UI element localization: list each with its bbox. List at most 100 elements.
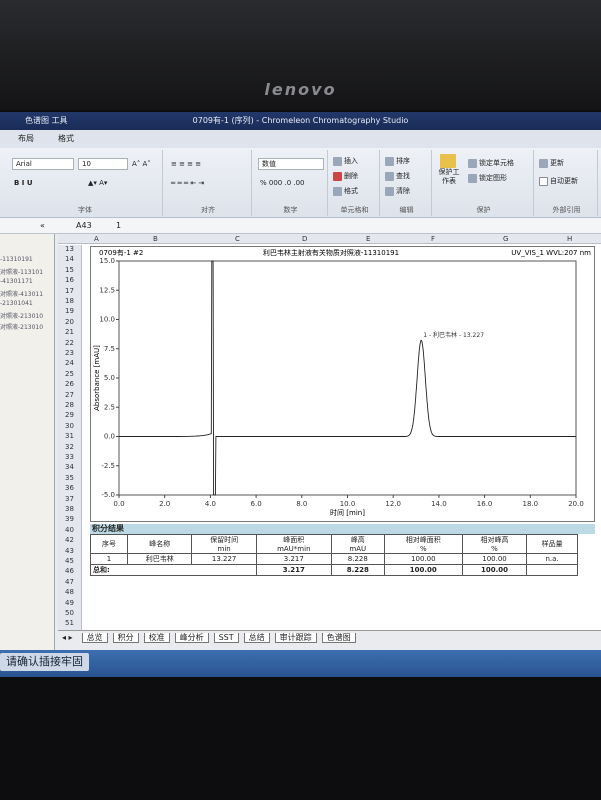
sheet-tab[interactable]: SST — [213, 633, 239, 643]
update-button[interactable]: 更新 — [539, 157, 564, 169]
column-header[interactable]: A — [94, 234, 99, 244]
font-size-select[interactable]: 10 — [78, 158, 128, 170]
sort-button[interactable]: 排序 — [385, 155, 410, 167]
row-header[interactable]: 16 — [58, 276, 82, 287]
sequence-item[interactable]: 对照液-213010 — [0, 322, 43, 331]
x-tick-label: 18.0 — [523, 500, 539, 508]
row-header[interactable]: 28 — [58, 401, 82, 412]
indent-buttons[interactable]: ═ ═ ═ ⇤ ⇥ — [171, 177, 204, 189]
row-header[interactable]: 33 — [58, 453, 82, 464]
row-header[interactable]: 24 — [58, 359, 82, 370]
delete-button[interactable]: 删除 — [333, 170, 358, 182]
sheet-tab[interactable]: 峰分析 — [174, 633, 209, 643]
align-group: ≡ ≡ ≡ ≡ ═ ═ ═ ⇤ ⇥ 对齐 — [165, 150, 252, 216]
collapse-pane-button[interactable]: « — [40, 218, 45, 234]
row-header[interactable]: 46 — [58, 567, 82, 578]
contextual-tab-tools[interactable]: 色谱图 工具 — [25, 112, 68, 130]
taskbar: 请确认插接牢固 — [0, 650, 601, 677]
number-format-select[interactable]: 数值 — [258, 158, 324, 170]
sheet-tab[interactable]: 总览 — [81, 633, 108, 643]
row-header[interactable]: 45 — [58, 557, 82, 568]
row-header[interactable]: 32 — [58, 442, 82, 453]
column-header[interactable]: B — [153, 234, 158, 244]
row-header[interactable]: 15 — [58, 265, 82, 277]
format-button[interactable]: 格式 — [333, 185, 358, 197]
sheet-tab[interactable]: 总结 — [243, 633, 270, 643]
align-buttons[interactable]: ≡ ≡ ≡ ≡ — [171, 158, 201, 170]
grow-font-button[interactable]: A˄ A˅ — [132, 158, 151, 170]
x-tick-label: 14.0 — [431, 500, 447, 508]
row-header[interactable]: 20 — [58, 317, 82, 329]
row-header[interactable]: 14 — [58, 255, 82, 266]
column-header[interactable]: C — [235, 234, 240, 244]
y-tick-label: -2.5 — [101, 462, 115, 470]
row-header[interactable]: 27 — [58, 390, 82, 401]
row-header[interactable]: 39 — [58, 515, 82, 526]
find-button[interactable]: 查找 — [385, 170, 410, 182]
row-header[interactable]: 31 — [58, 432, 82, 443]
formula-input[interactable]: 1 — [116, 218, 121, 234]
sheet-tab[interactable]: 色谱图 — [321, 633, 356, 643]
row-header[interactable]: 25 — [58, 369, 82, 381]
sequence-item[interactable]: -41301171 — [0, 278, 33, 285]
protect-sheet-button[interactable]: 保护工作表 — [437, 154, 461, 186]
font-name-select[interactable]: Arial — [12, 158, 74, 170]
sheet-tab[interactable]: 审计跟踪 — [274, 633, 317, 643]
row-header[interactable]: 34 — [58, 463, 82, 474]
sequence-item[interactable]: 对照液-113101 — [0, 267, 43, 276]
sequence-item[interactable]: -21301041 — [0, 300, 33, 307]
percent-comma-buttons[interactable]: % 000 .0 .00 — [260, 177, 305, 189]
sequence-item[interactable]: 对照液-413011 — [0, 289, 43, 298]
external-group-label: 外部引用 — [552, 206, 581, 214]
row-header[interactable]: 30 — [58, 421, 82, 433]
tab-layout[interactable]: 布局 — [18, 130, 34, 148]
insert-button[interactable]: 插入 — [333, 155, 358, 167]
row-header[interactable]: 13 — [58, 245, 82, 256]
protect-group-label: 保护 — [476, 206, 491, 214]
fill-font-color-buttons[interactable]: ▲▾ A▾ — [88, 177, 107, 189]
x-tick-label: 8.0 — [296, 500, 307, 508]
row-header[interactable]: 36 — [58, 484, 82, 495]
chart-header-right: UV_VIS_1 WVL:207 nm — [511, 249, 591, 257]
row-header[interactable]: 50 — [58, 609, 82, 620]
row-header[interactable]: 37 — [58, 494, 82, 505]
cell-reference[interactable]: A43 — [76, 218, 92, 234]
sheet-tab[interactable]: 校准 — [143, 633, 170, 643]
row-header[interactable]: 49 — [58, 598, 82, 609]
row-header[interactable]: 40 — [58, 525, 82, 537]
row-header[interactable]: 42 — [58, 536, 82, 547]
sheet-tab[interactable]: 积分 — [112, 633, 139, 643]
results-row[interactable]: 1 利巴韦林 13.227 3.217 8.228 100.00 100.00 n.a. — [89, 553, 578, 565]
row-header[interactable]: 48 — [58, 588, 82, 599]
sequence-item[interactable]: -11310191 — [0, 256, 33, 263]
lock-shapes-button[interactable]: 锁定图形 — [468, 172, 507, 184]
row-header[interactable]: 18 — [58, 297, 82, 308]
lock-cells-button[interactable]: 锁定单元格 — [468, 157, 514, 169]
row-header[interactable]: 26 — [58, 380, 82, 391]
row-header[interactable]: 19 — [58, 307, 82, 318]
row-header[interactable]: 21 — [58, 328, 82, 339]
auto-update-checkbox[interactable]: 自动更新 — [539, 175, 578, 187]
chromatogram[interactable]: 0709有-1 #2 利巴韦林主射液有关物质对照液-11310191 UV_VI… — [90, 246, 595, 522]
row-header[interactable]: 35 — [58, 473, 82, 485]
row-header[interactable]: 47 — [58, 577, 82, 589]
row-header[interactable]: 23 — [58, 349, 82, 360]
row-header[interactable]: 43 — [58, 546, 82, 557]
row-header[interactable]: 51 — [58, 619, 82, 630]
column-header[interactable]: H — [567, 234, 572, 244]
clear-button[interactable]: 清除 — [385, 185, 410, 197]
column-header[interactable]: E — [366, 234, 370, 244]
row-header[interactable]: 38 — [58, 505, 82, 516]
taskbar-notification[interactable]: 请确认插接牢固 — [0, 653, 89, 671]
edit-group-label: 编辑 — [399, 206, 414, 214]
bold-italic-underline-buttons[interactable]: B I U — [14, 177, 33, 189]
sequence-item[interactable]: 对照液-213010 — [0, 311, 43, 320]
row-header[interactable]: 22 — [58, 338, 82, 349]
column-header[interactable]: G — [503, 234, 508, 244]
row-header[interactable]: 17 — [58, 286, 82, 297]
column-header[interactable]: D — [302, 234, 307, 244]
row-header[interactable]: 29 — [58, 411, 82, 422]
x-tick-label: 4.0 — [205, 500, 216, 508]
tab-format[interactable]: 格式 — [58, 130, 74, 148]
column-header[interactable]: F — [431, 234, 435, 244]
